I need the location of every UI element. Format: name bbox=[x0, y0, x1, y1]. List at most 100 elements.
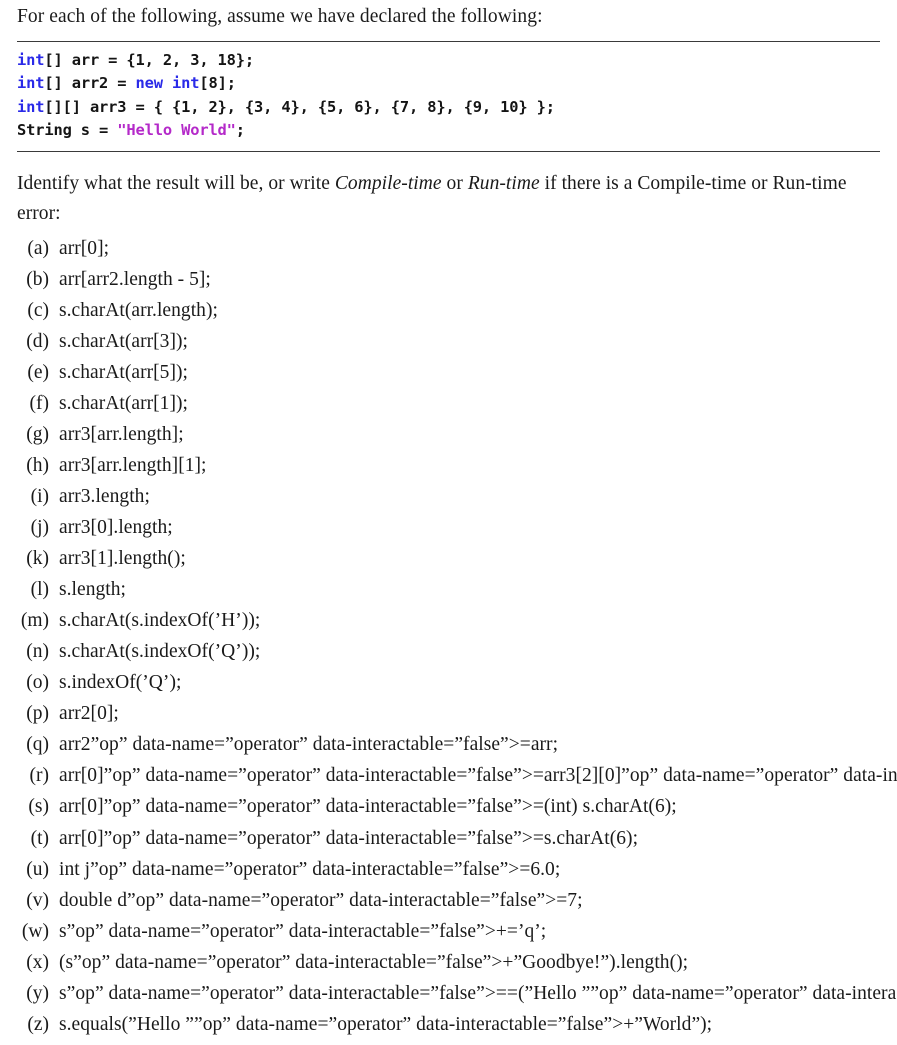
question-text: s.charAt(arr[5]); bbox=[59, 361, 188, 383]
question-label: (v) bbox=[26, 889, 49, 911]
instruction-emph-run-time: Run-time bbox=[467, 172, 540, 194]
question-label: (w) bbox=[21, 920, 49, 942]
code-keyword: new int bbox=[135, 74, 200, 93]
code-text: ; bbox=[235, 121, 245, 140]
question-text: arr3[arr.length][1]; bbox=[59, 454, 207, 476]
question-label: (b) bbox=[26, 268, 49, 290]
question-text: s.charAt(arr[1]); bbox=[59, 392, 188, 414]
question-item: (g) arr3[arr.length]; bbox=[17, 424, 880, 455]
question-text: s”op” data-name=”operator” data-interact… bbox=[59, 920, 547, 942]
question-item: (b) arr[arr2.length - 5]; bbox=[17, 269, 880, 300]
question-item: (i) arr3.length; bbox=[17, 486, 880, 517]
question-text: arr[0]”op” data-name=”operator” data-int… bbox=[59, 765, 897, 787]
question-item: (p) arr2[0]; bbox=[17, 703, 880, 734]
question-text: arr3[0].length; bbox=[59, 517, 173, 539]
code-text: [8]; bbox=[199, 74, 236, 93]
question-label: (m) bbox=[20, 610, 49, 632]
question-text: s.charAt(arr.length); bbox=[59, 299, 218, 321]
question-label: (k) bbox=[26, 548, 49, 570]
question-item: (l) s.length; bbox=[17, 579, 880, 610]
code-string: "Hello World" bbox=[117, 121, 236, 140]
question-item: (k) arr3[1].length(); bbox=[17, 548, 880, 579]
question-label: (s) bbox=[28, 796, 49, 818]
question-label: (e) bbox=[27, 361, 49, 383]
question-item: (z) s.equals(”Hello ””op” data-name=”oper… bbox=[17, 1014, 880, 1045]
code-keyword: int bbox=[17, 74, 45, 93]
question-item: (y) s”op” data-name=”operator” data-inter… bbox=[17, 982, 897, 1014]
question-text: arr[0]”op” data-name=”operator” data-int… bbox=[59, 827, 639, 849]
question-item: (w) s”op” data-name=”operator” data-inter… bbox=[17, 921, 880, 952]
code-line: int[] arr2 = new int[8]; bbox=[17, 72, 880, 95]
question-list: (a) arr[0]; (b) arr[arr2.length - 5]; (c) s.c… bbox=[17, 238, 897, 1045]
instruction-text: Identify what the result will be, or wri… bbox=[17, 169, 885, 229]
question-label: (r) bbox=[29, 765, 49, 787]
question-text: s.equals(”Hello ””op” data-name=”operato… bbox=[59, 1013, 713, 1035]
question-text: s.charAt(s.indexOf(’Q’)); bbox=[59, 641, 261, 663]
document-page: For each of the following, assume we hav… bbox=[0, 0, 897, 1035]
question-label: (y) bbox=[26, 982, 49, 1004]
code-keyword: int bbox=[17, 97, 45, 116]
question-item: (o) s.indexOf(’Q’); bbox=[17, 672, 880, 703]
question-text: arr3[1].length(); bbox=[59, 548, 186, 570]
code-text: [] arr2 = bbox=[44, 74, 136, 93]
question-label: (t) bbox=[30, 827, 49, 849]
instruction-emph-compile-time: Compile-time bbox=[334, 172, 442, 194]
question-text: int j”op” data-name=”operator” data-inte… bbox=[59, 858, 561, 880]
question-item: (r) arr[0]”op” data-name=”operator” data-… bbox=[17, 765, 897, 796]
question-item: (u) int j”op” data-name=”operator” data-i… bbox=[17, 859, 880, 890]
question-item: (q) arr2”op” data-name=”operator” data-in… bbox=[17, 734, 880, 765]
question-label: (p) bbox=[26, 703, 49, 725]
question-text: s.charAt(s.indexOf(’H’)); bbox=[59, 610, 261, 632]
question-item: (j) arr3[0].length; bbox=[17, 517, 880, 548]
question-label: (u) bbox=[26, 858, 49, 880]
question-item: (v) double d”op” data-name=”operator” dat… bbox=[17, 890, 880, 921]
instruction-part-2: or bbox=[441, 172, 468, 194]
code-listing: int[] arr = {1, 2, 3, 18}; int[] arr2 = … bbox=[17, 41, 880, 152]
question-text: arr[0]; bbox=[59, 237, 110, 259]
question-label: (q) bbox=[26, 734, 49, 756]
question-label: (g) bbox=[26, 423, 49, 445]
question-text: arr[arr2.length - 5]; bbox=[59, 268, 211, 290]
question-text: arr2”op” data-name=”operator” data-inter… bbox=[59, 734, 559, 756]
question-item: (h) arr3[arr.length][1]; bbox=[17, 455, 880, 486]
question-text: arr3[arr.length]; bbox=[59, 423, 184, 445]
question-item: (d) s.charAt(arr[3]); bbox=[17, 331, 880, 362]
intro-text: For each of the following, assume we hav… bbox=[17, 6, 543, 27]
question-label: (d) bbox=[26, 330, 49, 352]
question-label: (x) bbox=[26, 951, 49, 973]
question-item: (e) s.charAt(arr[5]); bbox=[17, 362, 880, 393]
question-label: (o) bbox=[26, 672, 49, 694]
question-text: s.charAt(arr[3]); bbox=[59, 330, 188, 352]
question-text: double d”op” data-name=”operator” data-i… bbox=[59, 889, 583, 911]
question-label: (a) bbox=[27, 237, 49, 259]
question-item: (a) arr[0]; bbox=[17, 238, 880, 269]
question-text: s.indexOf(’Q’); bbox=[59, 672, 182, 694]
question-item: (c) s.charAt(arr.length); bbox=[17, 300, 880, 331]
code-line: String s = "Hello World"; bbox=[17, 119, 880, 142]
question-label: (i) bbox=[30, 486, 49, 507]
code-text: [][] arr3 = { {1, 2}, {3, 4}, {5, 6}, {7… bbox=[44, 97, 555, 116]
question-text: arr2[0]; bbox=[59, 703, 119, 725]
code-keyword: int bbox=[17, 51, 45, 69]
question-text: arr[0]”op” data-name=”operator” data-int… bbox=[59, 796, 677, 818]
question-item: (m) s.charAt(s.indexOf(’H’)); bbox=[17, 610, 880, 641]
code-line: int[][] arr3 = { {1, 2}, {3, 4}, {5, 6},… bbox=[17, 96, 880, 119]
question-item: (t) arr[0]”op” data-name=”operator” data-… bbox=[17, 828, 880, 859]
question-label: (l) bbox=[30, 579, 49, 601]
question-label: (z) bbox=[27, 1013, 49, 1035]
question-label: (h) bbox=[26, 454, 49, 476]
question-item: (s) arr[0]”op” data-name=”operator” data-… bbox=[17, 796, 880, 827]
question-item: (f) s.charAt(arr[1]); bbox=[17, 393, 880, 424]
question-label: (j) bbox=[30, 517, 49, 539]
question-item: (x) (s”op” data-name=”operator” data-inte… bbox=[17, 952, 880, 983]
question-text: (s”op” data-name=”operator” data-interac… bbox=[59, 951, 689, 973]
question-item: (n) s.charAt(s.indexOf(’Q’)); bbox=[17, 641, 880, 672]
question-label: (f) bbox=[29, 392, 49, 414]
question-label: (n) bbox=[26, 641, 49, 663]
code-text: String s = bbox=[17, 121, 118, 140]
question-label: (c) bbox=[27, 299, 49, 321]
question-text: arr3.length; bbox=[59, 486, 150, 507]
code-text: [] arr = {1, 2, 3, 18}; bbox=[44, 51, 255, 69]
question-text: s”op” data-name=”operator” data-interact… bbox=[59, 982, 897, 1004]
instruction-part-1: Identify what the result will be, or wri… bbox=[17, 172, 335, 194]
